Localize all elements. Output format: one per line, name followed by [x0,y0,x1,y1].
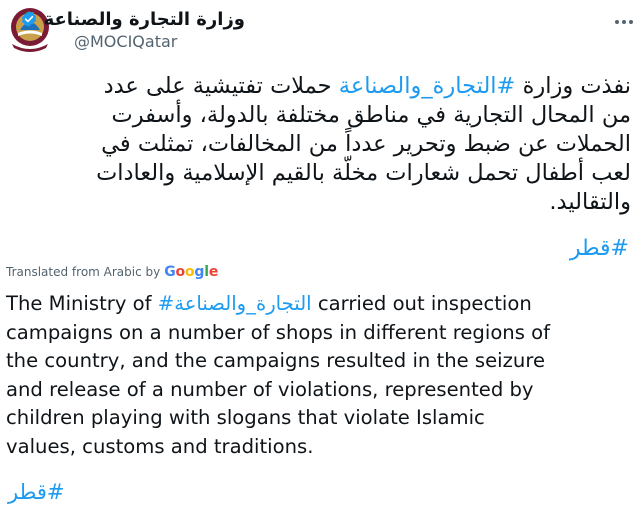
arabic-line-4: لعب أطفال تحمل شعارات مخلّة بالقيم الإسل… [96,160,631,186]
tweet-text-arabic: نفذت وزارة #التجارة_والصناعة حملات تفتيش… [11,72,631,217]
more-options-icon[interactable] [612,10,636,34]
english-line-3: the country, and the campaigns resulted … [6,349,546,372]
google-logo: Google [164,264,219,280]
verified-badge-icon [20,10,38,28]
arabic-line-1: نفذت وزارة #التجارة_والصناعة حملات تفتيش… [103,73,631,99]
arabic-line-3: الحملات عن ضبط وتحرير عدداً من المخالفات… [101,131,631,157]
display-name[interactable]: وزارة التجارة والصناعة [44,9,245,30]
account-handle[interactable]: @MOCIQatar [74,32,177,51]
name-row: وزارة التجارة والصناعة [20,8,245,30]
english-line-5: children playing with slogans that viola… [6,406,485,429]
english-line-1: The Ministry of #التجارة_والصناعة carrie… [6,292,532,315]
arabic-line-5: والتقاليد. [549,189,631,215]
english-line-2: campaigns on a number of shops in differ… [6,320,551,344]
translation-attribution: Translated from Arabic by Google [6,264,218,280]
tweet-header: وزارة التجارة والصناعة @MOCIQatar [0,0,643,60]
hashtag-qatar-link-translated[interactable]: #قطر [8,480,64,504]
hashtag-link-translated[interactable]: #التجارة_والصناعة [158,292,312,315]
english-line-6: values, customs and traditions. [6,434,314,458]
translation-label: Translated from Arabic by [6,265,161,279]
arabic-line-2: من المحال التجارية في مناطق مختلفة بالدو… [111,102,631,128]
hashtag-qatar-link[interactable]: #قطر [570,236,629,261]
hashtag-link[interactable]: #التجارة_والصناعة [339,73,516,99]
english-line-4: and release of a number of violations, r… [6,377,534,401]
tweet-text-english: The Ministry of #التجارة_والصناعة carrie… [6,290,638,461]
